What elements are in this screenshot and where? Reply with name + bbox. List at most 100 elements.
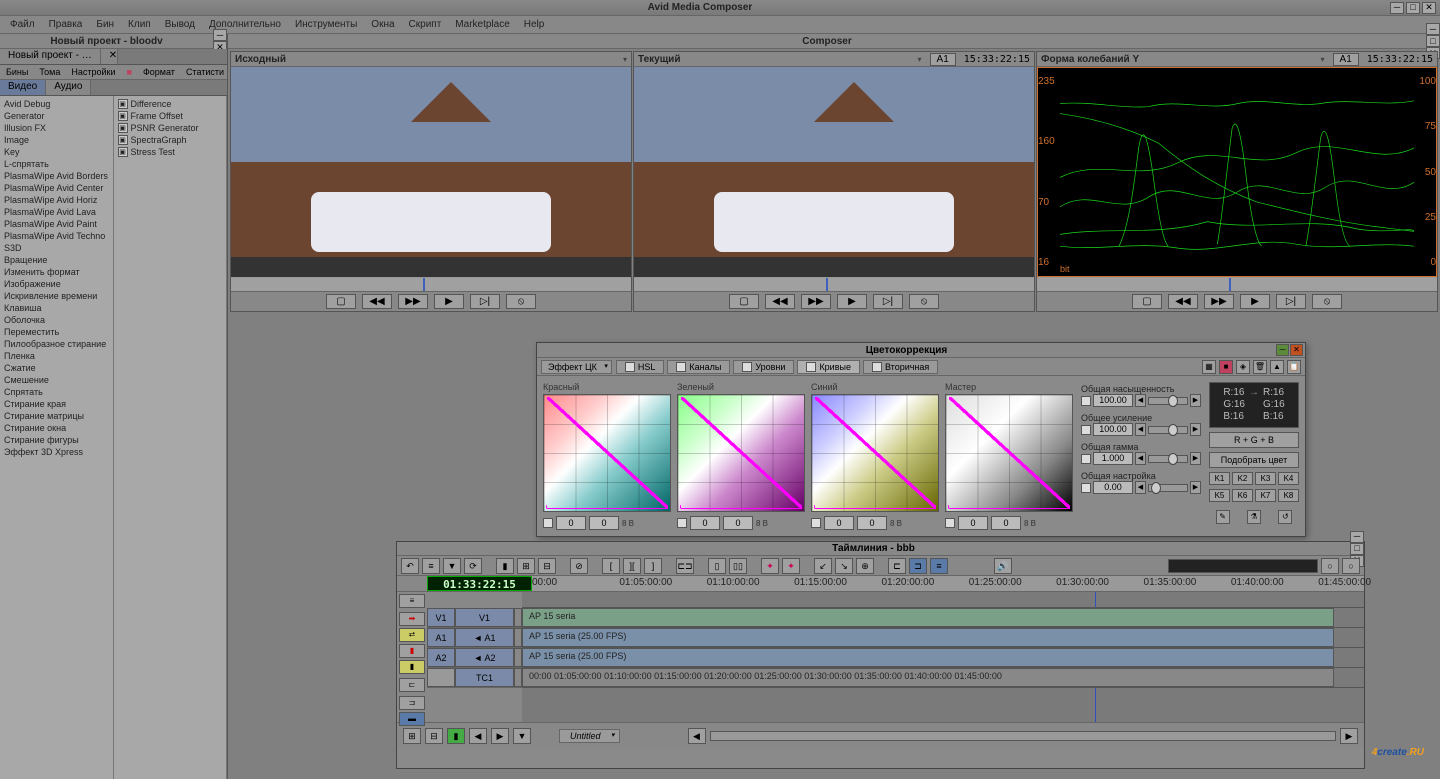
effect-category[interactable]: Переместить (4, 326, 109, 338)
curve-y-input[interactable]: 0 (991, 516, 1021, 530)
slider-thumb[interactable] (1151, 482, 1161, 494)
curve-x-input[interactable]: 0 (958, 516, 988, 530)
checkbox-icon[interactable] (742, 362, 752, 372)
slider-value[interactable]: 100.00 (1093, 394, 1133, 407)
decrease-button[interactable]: ◀ (1135, 481, 1146, 494)
slider-enable[interactable] (1081, 454, 1091, 464)
tl-side-btn[interactable]: ▮ (399, 660, 425, 674)
slider-enable[interactable] (1081, 396, 1091, 406)
fastfwd-button[interactable]: ▶▶ (1204, 294, 1234, 309)
fastfwd-button[interactable]: ▶▶ (398, 294, 428, 309)
curve-enable-checkbox[interactable] (543, 518, 553, 528)
source-scrubber[interactable] (231, 277, 631, 291)
reset-icon[interactable]: ↺ (1278, 510, 1292, 524)
slider-track[interactable] (1148, 426, 1188, 434)
cc-effect-dropdown[interactable]: Эффект ЦК (541, 360, 612, 374)
step-button[interactable]: ▷| (1276, 294, 1306, 309)
slider-thumb[interactable] (1168, 395, 1178, 407)
tl-side-btn[interactable]: ▬ (399, 712, 425, 726)
cc-tool-icon[interactable]: ■ (1219, 360, 1233, 374)
curve-enable-checkbox[interactable] (945, 518, 955, 528)
tl-tool[interactable]: ○ (1342, 558, 1360, 574)
curve-blue[interactable] (811, 394, 939, 512)
effect-category[interactable]: PlasmaWipe Avid Lava (4, 206, 109, 218)
effect-category[interactable]: Сжатие (4, 362, 109, 374)
track-record-btn[interactable]: V1 (455, 608, 514, 627)
timeline-clip[interactable]: AP 15 seria (522, 608, 1334, 627)
tl-side-btn[interactable]: ➡ (399, 612, 425, 626)
tl-tool[interactable]: ↘ (835, 558, 853, 574)
track-source-btn[interactable]: V1 (427, 608, 455, 627)
menu-file[interactable]: Файл (4, 17, 41, 32)
tab-audio[interactable]: Аудио (46, 80, 91, 95)
stop-button[interactable]: ▢ (1132, 294, 1162, 309)
tl-tool[interactable]: ✦ (761, 558, 779, 574)
tl-tool[interactable]: ▯ (708, 558, 726, 574)
checkbox-icon[interactable] (676, 362, 686, 372)
tl-tool[interactable]: ⊘ (570, 558, 588, 574)
tool-bins[interactable]: Бины (2, 67, 32, 77)
cc-tool-icon[interactable]: 📋 (1287, 360, 1301, 374)
curve-x-input[interactable]: 0 (690, 516, 720, 530)
effect-category[interactable]: Искривление времени (4, 290, 109, 302)
menu-script[interactable]: Скрипт (403, 17, 448, 32)
decrease-button[interactable]: ◀ (1135, 394, 1146, 407)
slider-track[interactable] (1148, 484, 1188, 492)
track-sync-btn[interactable] (514, 628, 522, 647)
tool-format[interactable]: Формат (139, 67, 179, 77)
track-record-btn[interactable]: TC1 (455, 668, 514, 687)
effect-category[interactable]: Стирание края (4, 398, 109, 410)
increase-button[interactable]: ▶ (1190, 423, 1201, 436)
curve-y-input[interactable]: 0 (857, 516, 887, 530)
effect-category[interactable]: PlasmaWipe Avid Techno (4, 230, 109, 242)
waveform-scrubber[interactable] (1037, 277, 1437, 291)
effect-category[interactable]: Avid Debug (4, 98, 109, 110)
bucket-icon[interactable]: ⚗ (1247, 510, 1261, 524)
audio-icon[interactable]: 🔊 (994, 558, 1012, 574)
effect-category[interactable]: Image (4, 134, 109, 146)
tl-tool[interactable]: ↶ (401, 558, 419, 574)
dropdown-icon[interactable]: ▾ (623, 55, 627, 64)
tl-tool[interactable]: ▼ (443, 558, 461, 574)
waveform-label[interactable]: Форма колебаний Y (1041, 54, 1313, 65)
curve-y-input[interactable]: 0 (723, 516, 753, 530)
curve-master[interactable] (945, 394, 1073, 512)
track-record-btn[interactable]: ◄ A2 (455, 648, 514, 667)
tl-tool[interactable]: ⊏ (888, 558, 906, 574)
tab-video[interactable]: Видео (0, 80, 46, 95)
record-timecode[interactable]: 15:33:22:15 (964, 54, 1030, 65)
tl-tool[interactable]: ↙ (814, 558, 832, 574)
cc-tool-icon[interactable]: ◈ (1236, 360, 1250, 374)
effect-category[interactable]: Пленка (4, 350, 109, 362)
tl-bottom-btn[interactable]: ▶ (1340, 728, 1358, 744)
tl-bottom-btn[interactable]: ⊟ (425, 728, 443, 744)
effect-category[interactable]: Стирание фигуры (4, 434, 109, 446)
cc-tab-уровни[interactable]: Уровни (733, 360, 794, 374)
tl-bottom-btn[interactable]: ▼ (513, 728, 531, 744)
preset-k3[interactable]: K3 (1255, 472, 1276, 485)
preset-k6[interactable]: K6 (1232, 489, 1253, 502)
tool-settings[interactable]: Настройки (67, 67, 119, 77)
tl-tool[interactable]: ⊕ (856, 558, 874, 574)
cc-close-button[interactable]: ✕ (1290, 344, 1303, 356)
effect-item[interactable]: ▣Frame Offset (118, 110, 223, 122)
play-button[interactable]: ▶ (837, 294, 867, 309)
preset-k8[interactable]: K8 (1278, 489, 1299, 502)
cc-tab-hsl[interactable]: HSL (616, 360, 665, 374)
project-tab[interactable]: Новый проект - … (0, 49, 101, 64)
track-sync-btn[interactable] (514, 668, 522, 687)
decrease-button[interactable]: ◀ (1135, 452, 1146, 465)
cc-min-button[interactable]: ─ (1276, 344, 1289, 356)
stop-button[interactable]: ▢ (729, 294, 759, 309)
slider-value[interactable]: 1.000 (1093, 452, 1133, 465)
curve-enable-checkbox[interactable] (811, 518, 821, 528)
cc-tool-icon[interactable]: ▲ (1270, 360, 1284, 374)
track-source-btn[interactable]: A2 (427, 648, 455, 667)
effect-category[interactable]: PlasmaWipe Avid Borders (4, 170, 109, 182)
rewind-button[interactable]: ◀◀ (1168, 294, 1198, 309)
curve-x-input[interactable]: 0 (824, 516, 854, 530)
effect-category[interactable]: Клавиша (4, 302, 109, 314)
curve-red[interactable] (543, 394, 671, 512)
tl-tool[interactable]: ⊞ (517, 558, 535, 574)
track-record-btn[interactable]: ◄ A1 (455, 628, 514, 647)
